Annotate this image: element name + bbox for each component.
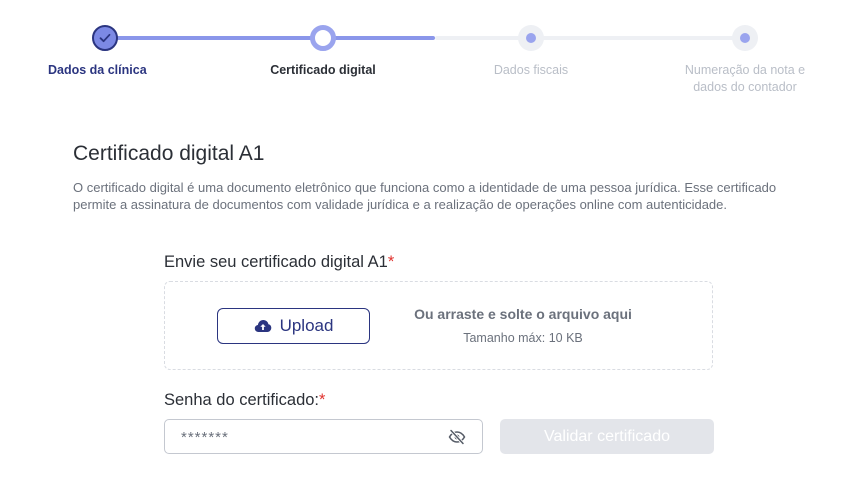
step-3-indicator — [518, 25, 544, 51]
section-title: Certificado digital A1 — [73, 142, 265, 165]
step-1-check-icon — [92, 25, 118, 51]
required-mark: * — [387, 253, 395, 271]
validate-certificate-button[interactable]: Validar certificado — [500, 419, 714, 454]
step-2-current-indicator — [310, 25, 336, 51]
stepper-progress-pending — [435, 36, 745, 40]
dropzone-max-size: Tamanho máx: 10 KB — [463, 331, 583, 345]
password-input[interactable] — [181, 427, 431, 447]
upload-label: Envie seu certificado digital A1* — [164, 253, 394, 272]
step-2-label[interactable]: Certificado digital — [258, 62, 388, 79]
dropzone-text: Ou arraste e solte o arquivo aqui — [414, 306, 632, 322]
step-4-indicator — [732, 25, 758, 51]
step-3-label: Dados fiscais — [493, 63, 569, 77]
cloud-upload-icon — [254, 320, 271, 332]
required-mark: * — [319, 391, 326, 409]
upload-button-label: Upload — [279, 316, 334, 335]
upload-button[interactable]: Upload — [217, 308, 370, 344]
section-description: O certificado digital é uma documento el… — [73, 180, 777, 212]
password-label-text: Senha do certificado: — [164, 391, 320, 409]
eye-off-icon[interactable] — [448, 429, 466, 445]
step-4-label: Numeração da nota e dados do contador — [684, 63, 806, 94]
password-label: Senha do certificado:* — [164, 391, 325, 410]
stepper-progress-done — [105, 36, 435, 40]
step-1-label[interactable]: Dados da clínica — [48, 62, 163, 79]
password-field[interactable] — [164, 419, 483, 454]
upload-label-text: Envie seu certificado digital A1 — [164, 253, 388, 271]
